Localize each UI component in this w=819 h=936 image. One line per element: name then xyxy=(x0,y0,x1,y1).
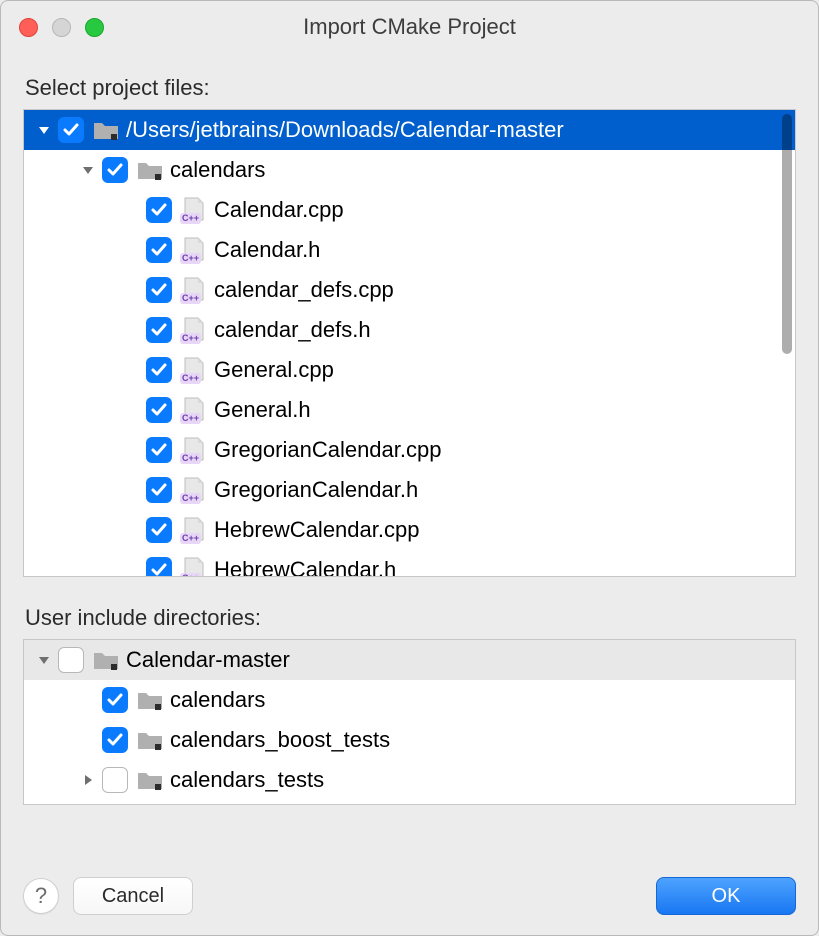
folder-icon xyxy=(92,646,120,674)
zoom-window-icon[interactable] xyxy=(85,18,104,37)
checkbox[interactable] xyxy=(102,727,128,753)
row-label: General.h xyxy=(214,397,311,423)
row-label: calendars_boost_tests xyxy=(170,727,390,753)
checkbox[interactable] xyxy=(58,117,84,143)
minimize-window-icon[interactable] xyxy=(52,18,71,37)
tree-row-file[interactable]: C++ General.cpp xyxy=(24,350,795,390)
checkbox[interactable] xyxy=(146,517,172,543)
cpp-file-icon: C++ xyxy=(180,436,208,464)
project-files-label: Select project files: xyxy=(25,75,796,101)
cpp-file-icon: C++ xyxy=(180,396,208,424)
cpp-file-icon: C++ xyxy=(180,316,208,344)
tree: Calendar-master calendars ca xyxy=(24,640,795,800)
row-label: calendars_tests xyxy=(170,767,324,793)
ok-button[interactable]: OK xyxy=(656,877,796,915)
cpp-file-icon: C++ xyxy=(180,476,208,504)
folder-icon xyxy=(92,116,120,144)
dialog-body: Select project files: /Users/jetbrains/D… xyxy=(1,53,818,861)
help-button[interactable]: ? xyxy=(23,878,59,914)
checkbox[interactable] xyxy=(146,277,172,303)
row-label: calendar_defs.h xyxy=(214,317,371,343)
row-label: calendars xyxy=(170,157,265,183)
folder-icon xyxy=(136,766,164,794)
include-dirs-tree[interactable]: Calendar-master calendars ca xyxy=(23,639,796,805)
scrollbar[interactable] xyxy=(782,114,792,354)
row-label: calendar_defs.cpp xyxy=(214,277,394,303)
row-label: HebrewCalendar.h xyxy=(214,557,396,577)
checkbox[interactable] xyxy=(102,157,128,183)
tree-row-file[interactable]: C++ Calendar.cpp xyxy=(24,190,795,230)
tree-row-file[interactable]: C++ HebrewCalendar.h xyxy=(24,550,795,577)
row-label: GregorianCalendar.cpp xyxy=(214,437,441,463)
tree-row-root[interactable]: Calendar-master xyxy=(24,640,795,680)
chevron-down-icon[interactable] xyxy=(34,650,54,670)
row-label: calendars xyxy=(170,687,265,713)
chevron-down-icon[interactable] xyxy=(78,160,98,180)
folder-icon xyxy=(136,726,164,754)
tree-row-folder[interactable]: calendars xyxy=(24,150,795,190)
chevron-right-icon[interactable] xyxy=(78,770,98,790)
window-title: Import CMake Project xyxy=(1,14,818,40)
project-files-tree[interactable]: /Users/jetbrains/Downloads/Calendar-mast… xyxy=(23,109,796,577)
tree-row-file[interactable]: C++ GregorianCalendar.cpp xyxy=(24,430,795,470)
checkbox[interactable] xyxy=(58,647,84,673)
button-label: OK xyxy=(712,885,741,908)
cancel-button[interactable]: Cancel xyxy=(73,877,193,915)
checkbox[interactable] xyxy=(146,557,172,577)
tree-row-file[interactable]: C++ Calendar.h xyxy=(24,230,795,270)
dialog-footer: ? Cancel OK xyxy=(1,861,818,935)
row-label: HebrewCalendar.cpp xyxy=(214,517,419,543)
window-controls xyxy=(19,18,104,37)
tree-row-root[interactable]: /Users/jetbrains/Downloads/Calendar-mast… xyxy=(24,110,795,150)
tree-row-file[interactable]: C++ calendar_defs.cpp xyxy=(24,270,795,310)
checkbox[interactable] xyxy=(146,477,172,503)
chevron-down-icon[interactable] xyxy=(34,120,54,140)
row-label: General.cpp xyxy=(214,357,334,383)
include-dirs-label: User include directories: xyxy=(25,605,796,631)
checkbox[interactable] xyxy=(102,767,128,793)
checkbox[interactable] xyxy=(146,237,172,263)
cpp-file-icon: C++ xyxy=(180,356,208,384)
checkbox[interactable] xyxy=(146,317,172,343)
cpp-file-icon: C++ xyxy=(180,556,208,577)
row-label: Calendar.cpp xyxy=(214,197,344,223)
row-label: GregorianCalendar.h xyxy=(214,477,418,503)
button-label: Cancel xyxy=(102,885,164,908)
checkbox[interactable] xyxy=(146,397,172,423)
tree-row-file[interactable]: C++ GregorianCalendar.h xyxy=(24,470,795,510)
checkbox[interactable] xyxy=(146,197,172,223)
tree-row-file[interactable]: C++ General.h xyxy=(24,390,795,430)
dialog-window: Import CMake Project Select project file… xyxy=(0,0,819,936)
tree: /Users/jetbrains/Downloads/Calendar-mast… xyxy=(24,110,795,577)
cpp-file-icon: C++ xyxy=(180,276,208,304)
cpp-file-icon: C++ xyxy=(180,516,208,544)
folder-icon xyxy=(136,686,164,714)
row-label: /Users/jetbrains/Downloads/Calendar-mast… xyxy=(126,117,564,143)
tree-row-file[interactable]: C++ HebrewCalendar.cpp xyxy=(24,510,795,550)
cpp-file-icon: C++ xyxy=(180,196,208,224)
tree-row-folder[interactable]: calendars xyxy=(24,680,795,720)
row-label: Calendar-master xyxy=(126,647,290,673)
tree-row-folder[interactable]: calendars_tests xyxy=(24,760,795,800)
checkbox[interactable] xyxy=(146,357,172,383)
folder-icon xyxy=(136,156,164,184)
titlebar: Import CMake Project xyxy=(1,1,818,53)
tree-row-file[interactable]: C++ calendar_defs.h xyxy=(24,310,795,350)
help-icon: ? xyxy=(35,883,47,909)
close-window-icon[interactable] xyxy=(19,18,38,37)
checkbox[interactable] xyxy=(146,437,172,463)
cpp-file-icon: C++ xyxy=(180,236,208,264)
tree-row-folder[interactable]: calendars_boost_tests xyxy=(24,720,795,760)
row-label: Calendar.h xyxy=(214,237,320,263)
checkbox[interactable] xyxy=(102,687,128,713)
